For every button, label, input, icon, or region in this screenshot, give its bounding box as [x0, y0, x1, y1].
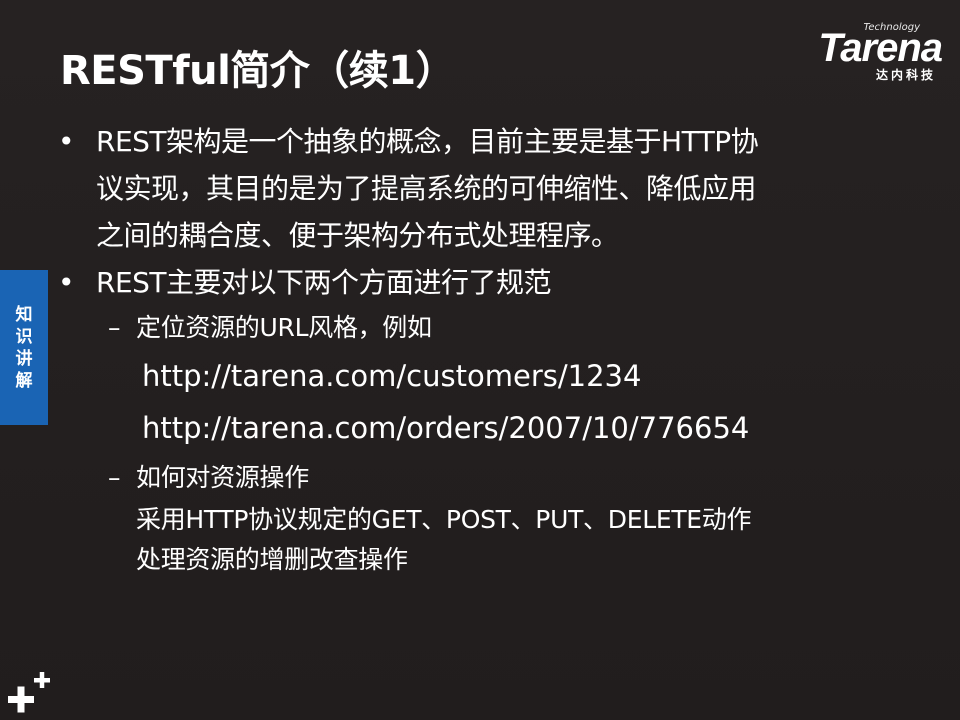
sub-note-line: 采用HTTP协议规定的GET、POST、PUT、DELETE动作	[136, 505, 752, 534]
plus-plus-icon	[8, 672, 50, 713]
slide: RESTful简介（续1） Technology Tarena 达内科技 知 识…	[0, 0, 960, 720]
url-example: http://tarena.com/orders/2007/10/776654	[142, 411, 750, 445]
bullet-line: 之间的耦合度、便于架构分布式处理程序。	[96, 219, 619, 252]
sub-marker: –	[108, 313, 121, 342]
slide-content: • REST架构是一个抽象的概念，目前主要是基于HTTP协 议实现，其目的是为了…	[58, 118, 898, 580]
logo-cn-text: 达内科技	[875, 68, 936, 82]
side-tab-char: 知	[15, 304, 33, 325]
sub-item: – 如何对资源操作	[58, 456, 898, 500]
bullet-line: 议实现，其目的是为了提高系统的可伸缩性、降低应用	[96, 172, 757, 205]
bullet-item: • REST主要对以下两个方面进行了规范	[58, 259, 898, 306]
sub-text: 定位资源的URL风格，例如	[136, 313, 432, 342]
sub-item: – 定位资源的URL风格，例如	[58, 306, 898, 350]
bullet-line: REST架构是一个抽象的概念，目前主要是基于HTTP协	[96, 125, 759, 158]
side-tab-knowledge: 知 识 讲 解	[0, 270, 48, 425]
url-example: http://tarena.com/customers/1234	[142, 359, 642, 393]
bullet-item: • REST架构是一个抽象的概念，目前主要是基于HTTP协 议实现，其目的是为了…	[58, 118, 898, 259]
side-tab-char: 识	[15, 326, 33, 347]
logo-brand-text: Tarena	[818, 26, 943, 70]
slide-title: RESTful简介（续1）	[60, 48, 456, 94]
sub-text: 如何对资源操作	[136, 463, 309, 492]
sub-marker: –	[108, 463, 121, 492]
bullet-line: REST主要对以下两个方面进行了规范	[96, 266, 552, 299]
side-tab-char: 讲	[15, 348, 33, 369]
sub-note-line: 处理资源的增删改查操作	[136, 545, 408, 574]
tarena-logo: Technology Tarena 达内科技	[782, 22, 943, 84]
bullet-marker: •	[58, 125, 75, 158]
bullet-marker: •	[58, 266, 75, 299]
side-tab-char: 解	[15, 370, 33, 391]
